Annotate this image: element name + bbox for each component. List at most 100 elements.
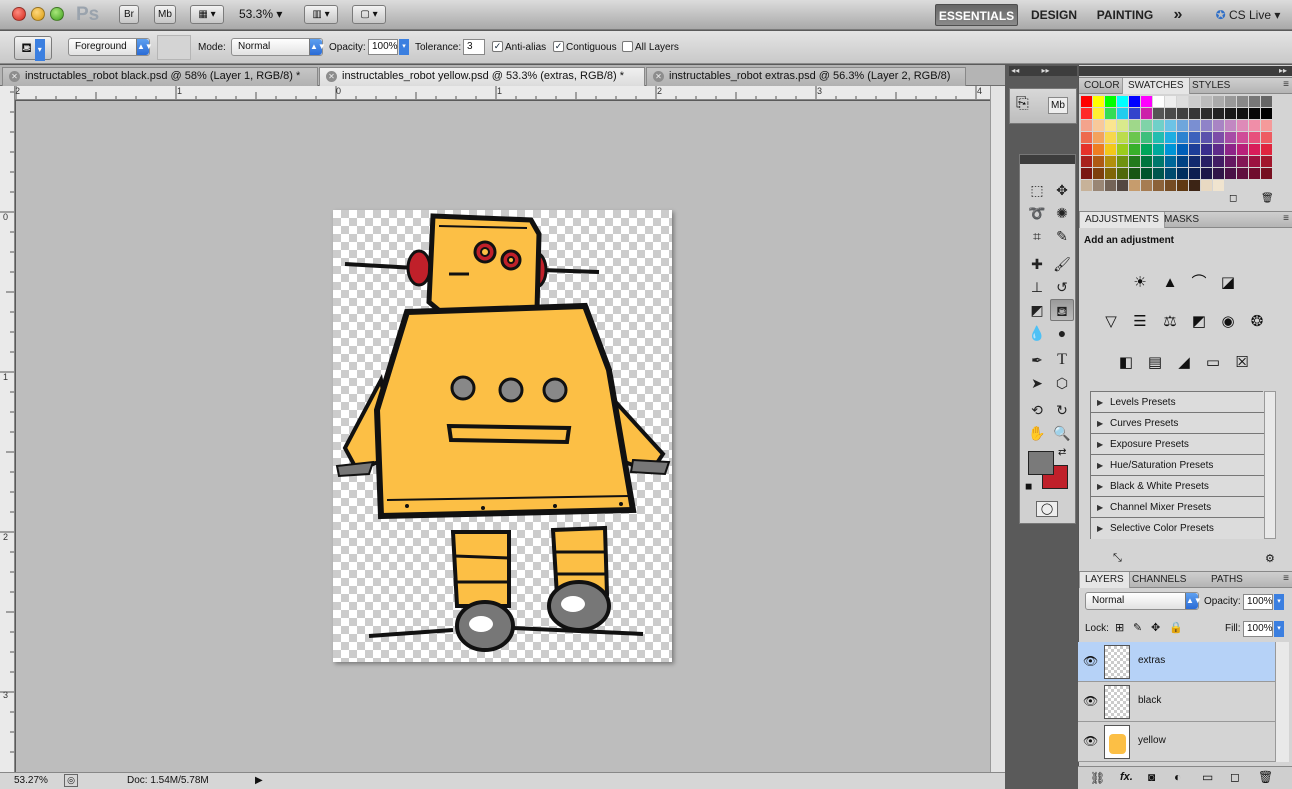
adj-panel-options-icon[interactable]: ⚙: [1265, 552, 1275, 565]
spot-healing-tool-icon[interactable]: ✚: [1025, 253, 1049, 275]
photo-filter-icon[interactable]: ◉: [1217, 311, 1239, 333]
new-adjustment-layer-icon[interactable]: ◐: [1174, 770, 1181, 784]
mini-bridge-panel-icon[interactable]: Mb: [1048, 97, 1068, 114]
color-swatch[interactable]: [1129, 120, 1140, 131]
color-swatch[interactable]: [1165, 180, 1176, 191]
color-swatch[interactable]: [1189, 168, 1200, 179]
launch-bridge-button[interactable]: Br: [119, 5, 139, 24]
color-swatch[interactable]: [1237, 132, 1248, 143]
layer-opacity-input[interactable]: 100%: [1243, 594, 1273, 610]
delete-swatch-icon[interactable]: 🗑: [1261, 193, 1274, 204]
color-swatch[interactable]: [1153, 120, 1164, 131]
panel-menu-icon[interactable]: ≡: [1283, 573, 1289, 584]
color-swatch[interactable]: [1261, 120, 1272, 131]
color-swatch[interactable]: [1129, 156, 1140, 167]
color-swatch[interactable]: [1177, 156, 1188, 167]
eyedropper-tool-icon[interactable]: ✎: [1050, 225, 1074, 247]
color-swatch[interactable]: [1141, 132, 1152, 143]
workspace-design[interactable]: DESIGN: [1028, 4, 1080, 26]
layer-row-extras[interactable]: 👁 extras: [1078, 642, 1275, 682]
gradient-map-icon[interactable]: ▭: [1202, 352, 1224, 374]
tolerance-input[interactable]: 3: [463, 39, 485, 55]
color-swatch[interactable]: [1237, 156, 1248, 167]
zoom-window-button[interactable]: [50, 7, 64, 21]
anti-alias-checkbox[interactable]: ✓: [492, 41, 503, 52]
blend-mode-select[interactable]: Normal ▲▼: [231, 38, 326, 56]
color-swatch[interactable]: [1213, 120, 1224, 131]
contiguous-checkbox[interactable]: ✓: [553, 41, 564, 52]
close-tab-icon[interactable]: ✕: [326, 71, 337, 82]
tab-color[interactable]: COLOR: [1079, 78, 1125, 94]
3d-rotate-tool-icon[interactable]: ⟲: [1025, 399, 1049, 421]
move-tool-icon[interactable]: ✥: [1050, 179, 1074, 201]
color-swatch[interactable]: [1129, 96, 1140, 107]
color-swatch[interactable]: [1117, 168, 1128, 179]
color-swatch[interactable]: [1225, 168, 1236, 179]
tab-robot-black[interactable]: ✕ instructables_robot black.psd @ 58% (L…: [2, 67, 318, 86]
color-swatch[interactable]: [1225, 132, 1236, 143]
crop-tool-icon[interactable]: ⌗: [1025, 225, 1049, 247]
adj-panel-expand-icon[interactable]: ⤡: [1113, 552, 1122, 565]
visibility-eye-icon[interactable]: 👁: [1083, 734, 1098, 748]
color-swatch[interactable]: [1201, 156, 1212, 167]
color-swatch[interactable]: [1093, 144, 1104, 155]
launch-mini-bridge-button[interactable]: Mb: [154, 5, 176, 24]
color-swatch[interactable]: [1141, 96, 1152, 107]
visibility-eye-icon[interactable]: 👁: [1083, 694, 1098, 708]
tab-masks[interactable]: MASKS: [1159, 212, 1204, 228]
color-swatch[interactable]: [1093, 156, 1104, 167]
color-swatch[interactable]: [1165, 132, 1176, 143]
exposure-icon[interactable]: ◪: [1217, 272, 1239, 294]
levels-icon[interactable]: ▲: [1159, 272, 1181, 294]
color-swatch[interactable]: [1105, 132, 1116, 143]
color-swatch[interactable]: [1177, 120, 1188, 131]
color-swatch[interactable]: [1189, 96, 1200, 107]
visibility-eye-icon[interactable]: 👁: [1083, 654, 1098, 668]
color-swatch[interactable]: [1225, 108, 1236, 119]
vibrance-icon[interactable]: ▽: [1100, 311, 1122, 333]
color-swatch[interactable]: [1177, 144, 1188, 155]
color-swatch[interactable]: [1165, 108, 1176, 119]
color-swatch[interactable]: [1081, 120, 1092, 131]
workspace-painting[interactable]: PAINTING: [1093, 4, 1157, 26]
color-swatch[interactable]: [1093, 180, 1104, 191]
color-swatch[interactable]: [1201, 168, 1212, 179]
color-swatch[interactable]: [1165, 144, 1176, 155]
color-swatch[interactable]: [1129, 144, 1140, 155]
color-swatch[interactable]: [1081, 144, 1092, 155]
view-extras-button[interactable]: ▦ ▾: [190, 5, 224, 24]
color-swatch[interactable]: [1201, 120, 1212, 131]
color-swatch[interactable]: [1153, 180, 1164, 191]
color-swatch[interactable]: [1117, 96, 1128, 107]
color-swatch[interactable]: [1225, 156, 1236, 167]
color-swatch[interactable]: [1249, 96, 1260, 107]
zoom-level-menu[interactable]: 53.3% ▾: [239, 7, 282, 21]
tab-adjustments[interactable]: ADJUSTMENTS: [1079, 212, 1165, 228]
color-swatch[interactable]: [1177, 108, 1188, 119]
color-swatch[interactable]: [1141, 156, 1152, 167]
color-swatch[interactable]: [1237, 96, 1248, 107]
color-swatch[interactable]: [1105, 96, 1116, 107]
layer-row-yellow[interactable]: 👁 yellow: [1078, 722, 1275, 762]
cs-live-menu[interactable]: ✪ CS Live ▾: [1208, 4, 1288, 26]
color-swatch[interactable]: [1249, 144, 1260, 155]
color-swatch[interactable]: [1189, 120, 1200, 131]
color-swatch[interactable]: [1141, 108, 1152, 119]
color-swatch[interactable]: [1081, 132, 1092, 143]
lock-image-icon[interactable]: ✎: [1133, 621, 1142, 634]
quick-mask-button[interactable]: ◯: [1036, 501, 1058, 517]
canvas-area[interactable]: [16, 101, 990, 772]
tab-robot-yellow[interactable]: ✕ instructables_robot yellow.psd @ 53.3%…: [319, 67, 645, 86]
layer-row-black[interactable]: 👁 black: [1078, 682, 1275, 722]
preset-curves[interactable]: ▶ Curves Presets: [1091, 413, 1264, 434]
new-layer-icon[interactable]: ◻: [1230, 770, 1240, 784]
eraser-tool-icon[interactable]: ◩: [1025, 299, 1049, 321]
color-swatch[interactable]: [1213, 180, 1224, 191]
paint-bucket-tool-icon[interactable]: ⛾: [1050, 299, 1074, 321]
color-swatch[interactable]: [1081, 96, 1092, 107]
color-swatch[interactable]: [1165, 168, 1176, 179]
color-swatch[interactable]: [1105, 144, 1116, 155]
color-swatch[interactable]: [1177, 180, 1188, 191]
color-swatch[interactable]: [1177, 96, 1188, 107]
add-mask-icon[interactable]: ◙: [1148, 770, 1155, 784]
